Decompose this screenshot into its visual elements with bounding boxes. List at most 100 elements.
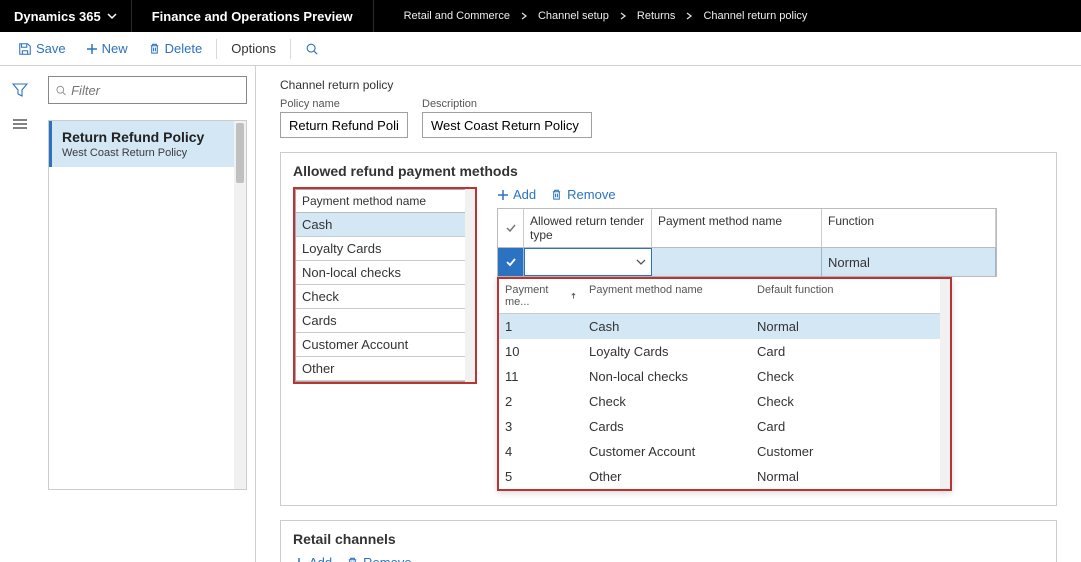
- cmd-label: New: [102, 41, 128, 56]
- policy-card-subtitle: West Coast Return Policy: [62, 147, 224, 159]
- pm-item[interactable]: Customer Account: [296, 333, 474, 357]
- left-pane: Return Refund Policy West Coast Return P…: [40, 66, 256, 562]
- dropdown-row[interactable]: 4Customer AccountCustomer: [499, 439, 950, 464]
- main-content: Channel return policy Policy name Descri…: [256, 66, 1081, 562]
- filter-rail-button[interactable]: [8, 80, 32, 100]
- pm-item[interactable]: Cards: [296, 309, 474, 333]
- scrollbar-thumb[interactable]: [236, 123, 244, 183]
- field-label: Description: [422, 98, 592, 110]
- brand-switcher[interactable]: Dynamics 365: [0, 0, 132, 32]
- breadcrumb-item[interactable]: Retail and Commerce: [404, 10, 510, 22]
- brand-label: Dynamics 365: [14, 9, 101, 24]
- dd-cell-num: 1: [499, 317, 583, 336]
- tender-type-select[interactable]: [525, 249, 651, 275]
- add-tender-button[interactable]: Add: [497, 187, 536, 202]
- dd-cell-name: Other: [583, 467, 751, 486]
- col-check[interactable]: [498, 209, 524, 247]
- pm-item[interactable]: Check: [296, 285, 474, 309]
- tender-type-dropdown[interactable]: [524, 248, 652, 276]
- search-icon: [55, 84, 67, 97]
- header-fields: Policy name Description: [280, 98, 1057, 138]
- page-title: Channel return policy: [280, 78, 1057, 92]
- filter-input[interactable]: [67, 83, 240, 98]
- dd-cell-func: Normal: [751, 317, 950, 336]
- dropdown-row[interactable]: 5OtherNormal: [499, 464, 950, 489]
- tender-type-dropdown-popup: Payment me... Payment method name Defaul…: [497, 277, 952, 491]
- scrollbar[interactable]: [234, 121, 246, 489]
- search-button[interactable]: [295, 32, 333, 65]
- row-func: Normal: [822, 248, 996, 276]
- pm-list-header: Payment method name: [296, 190, 474, 213]
- dropdown-row[interactable]: 3CardsCard: [499, 414, 950, 439]
- allowed-refund-section: Allowed refund payment methods Payment m…: [280, 152, 1057, 506]
- check-icon: [505, 222, 517, 234]
- plus-icon: [293, 557, 305, 562]
- left-rail: [0, 66, 40, 562]
- description-input[interactable]: [422, 112, 592, 138]
- save-button[interactable]: Save: [8, 32, 76, 65]
- col-header[interactable]: Allowed return tender type: [524, 209, 652, 247]
- pm-item[interactable]: Cash: [296, 213, 474, 237]
- chevron-right-icon: [685, 12, 693, 20]
- breadcrumb-item[interactable]: Returns: [637, 10, 676, 22]
- dropdown-row[interactable]: 11Non-local checksCheck: [499, 364, 950, 389]
- policy-name-field: Policy name: [280, 98, 408, 138]
- trash-icon: [148, 42, 161, 55]
- dropdown-row[interactable]: 1CashNormal: [499, 314, 950, 339]
- link-label: Add: [513, 187, 536, 202]
- check-icon: [505, 256, 517, 268]
- scrollbar[interactable]: [465, 189, 475, 382]
- dd-cell-name: Cards: [583, 417, 751, 436]
- table-header: Allowed return tender type Payment metho…: [498, 209, 996, 248]
- scrollbar[interactable]: [940, 279, 950, 489]
- row-check[interactable]: [498, 248, 524, 276]
- options-button[interactable]: Options: [221, 32, 286, 65]
- sort-asc-icon: [570, 292, 577, 300]
- allowed-tender-area: Add Remove Allowed return tender typ: [497, 187, 1044, 491]
- policy-card-title: Return Refund Policy: [62, 129, 224, 145]
- chevron-right-icon: [520, 12, 528, 20]
- funnel-icon: [12, 83, 28, 97]
- pm-item[interactable]: Non-local checks: [296, 261, 474, 285]
- policy-name-input[interactable]: [280, 112, 408, 138]
- dd-col-header[interactable]: Payment method name: [583, 279, 751, 313]
- remove-tender-button[interactable]: Remove: [550, 187, 615, 202]
- filter-box[interactable]: [48, 76, 247, 104]
- search-icon: [305, 42, 319, 56]
- col-header[interactable]: Function: [822, 209, 996, 247]
- module-label: Finance and Operations Preview: [132, 0, 374, 32]
- pm-item[interactable]: Other: [296, 357, 474, 381]
- list-rail-button[interactable]: [8, 114, 32, 134]
- payment-method-listbox: Payment method name CashLoyalty CardsNon…: [295, 189, 475, 382]
- chevron-right-icon: [619, 12, 627, 20]
- plus-icon: [86, 43, 98, 55]
- breadcrumb-item[interactable]: Channel setup: [538, 10, 609, 22]
- add-channel-button[interactable]: Add: [293, 555, 332, 562]
- link-label: Remove: [567, 187, 615, 202]
- pm-item[interactable]: Loyalty Cards: [296, 237, 474, 261]
- dd-col-header[interactable]: Payment me...: [499, 279, 583, 313]
- dd-col-header[interactable]: Default function: [751, 279, 950, 313]
- dd-cell-func: Check: [751, 392, 950, 411]
- tender-table: Allowed return tender type Payment metho…: [497, 208, 997, 277]
- table-row[interactable]: Normal: [498, 248, 996, 276]
- dd-cell-name: Cash: [583, 317, 751, 336]
- dd-cell-num: 5: [499, 467, 583, 486]
- col-header[interactable]: Payment method name: [652, 209, 822, 247]
- dd-cell-func: Check: [751, 367, 950, 386]
- dd-cell-name: Loyalty Cards: [583, 342, 751, 361]
- trash-icon: [346, 556, 359, 562]
- plus-icon: [497, 189, 509, 201]
- dd-cell-num: 3: [499, 417, 583, 436]
- new-button[interactable]: New: [76, 32, 138, 65]
- delete-button[interactable]: Delete: [138, 32, 213, 65]
- remove-channel-button[interactable]: Remove: [346, 555, 411, 562]
- dropdown-row[interactable]: 10Loyalty CardsCard: [499, 339, 950, 364]
- dd-cell-num: 10: [499, 342, 583, 361]
- policy-card[interactable]: Return Refund Policy West Coast Return P…: [49, 121, 234, 167]
- dd-cell-func: Normal: [751, 467, 950, 486]
- dropdown-row[interactable]: 2CheckCheck: [499, 389, 950, 414]
- retail-channels-section: Retail channels Add Remove Name Opera: [280, 520, 1057, 562]
- section-title: Allowed refund payment methods: [293, 163, 1044, 179]
- breadcrumb: Retail and Commerce Channel setup Return…: [374, 0, 838, 32]
